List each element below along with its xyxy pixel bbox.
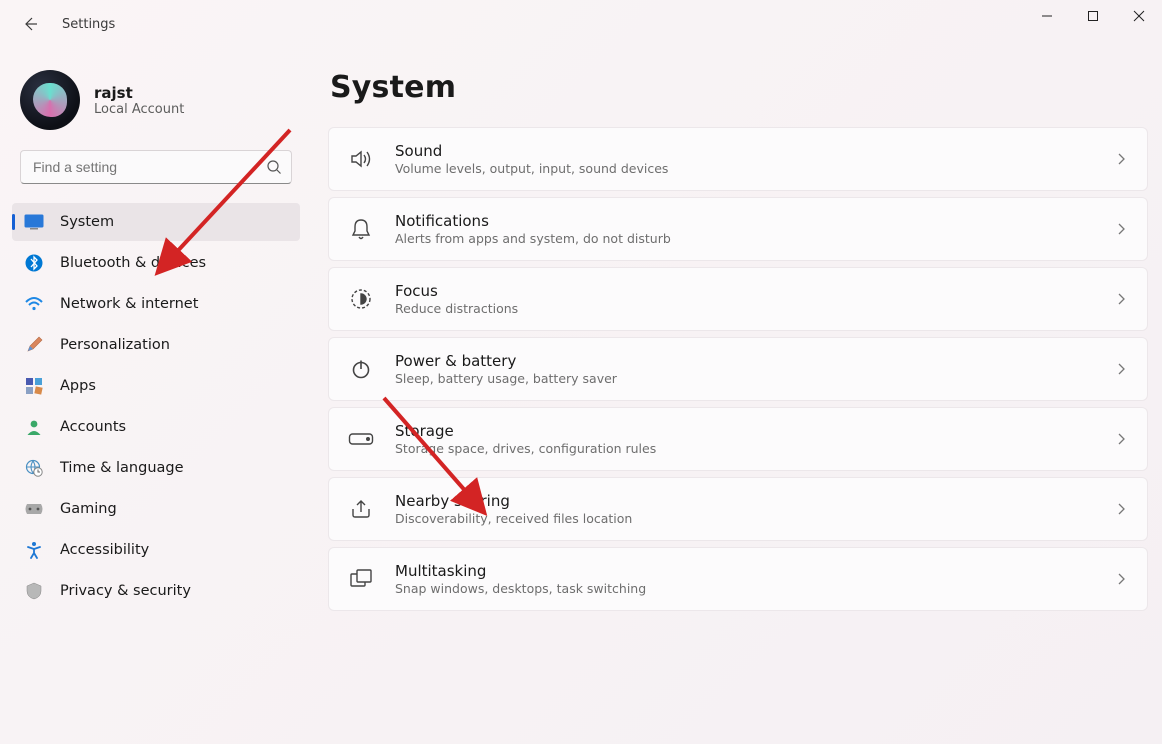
sidebar-item-time-language[interactable]: Time & language: [12, 449, 300, 487]
user-subtitle: Local Account: [94, 102, 184, 117]
sidebar-item-privacy[interactable]: Privacy & security: [12, 572, 300, 610]
maximize-button[interactable]: [1070, 0, 1116, 32]
share-icon: [347, 495, 375, 523]
globe-clock-icon: [24, 458, 44, 478]
user-name: rajst: [94, 84, 184, 102]
wifi-icon: [24, 294, 44, 314]
user-block[interactable]: rajst Local Account: [8, 48, 304, 148]
gamepad-icon: [24, 499, 44, 519]
chevron-right-icon: [1113, 571, 1129, 587]
sidebar-item-label: Personalization: [60, 337, 170, 353]
chevron-right-icon: [1113, 501, 1129, 517]
page-title: System: [330, 70, 1148, 105]
nav-list: System Bluetooth & devices Network & int…: [8, 196, 304, 613]
brush-icon: [24, 335, 44, 355]
shield-icon: [24, 581, 44, 601]
close-button[interactable]: [1116, 0, 1162, 32]
card-focus[interactable]: FocusReduce distractions: [328, 267, 1148, 331]
person-icon: [24, 417, 44, 437]
sidebar-item-label: Bluetooth & devices: [60, 255, 206, 271]
sidebar-item-label: Privacy & security: [60, 583, 191, 599]
sidebar-item-label: Accounts: [60, 419, 126, 435]
accessibility-icon: [24, 540, 44, 560]
main-content: System SoundVolume levels, output, input…: [312, 48, 1162, 744]
sidebar-item-label: Time & language: [60, 460, 184, 476]
multitasking-icon: [347, 565, 375, 593]
power-icon: [347, 355, 375, 383]
sidebar-item-label: System: [60, 214, 114, 230]
card-notifications[interactable]: NotificationsAlerts from apps and system…: [328, 197, 1148, 261]
sidebar-item-label: Network & internet: [60, 296, 198, 312]
sound-icon: [347, 145, 375, 173]
card-subtitle: Snap windows, desktops, task switching: [395, 581, 1093, 596]
card-power[interactable]: Power & batterySleep, battery usage, bat…: [328, 337, 1148, 401]
minimize-button[interactable]: [1024, 0, 1070, 32]
drive-icon: [347, 425, 375, 453]
search-icon: [266, 159, 282, 175]
chevron-right-icon: [1113, 291, 1129, 307]
sidebar-item-personalization[interactable]: Personalization: [12, 326, 300, 364]
display-icon: [24, 212, 44, 232]
card-title: Power & battery: [395, 352, 1093, 370]
apps-icon: [24, 376, 44, 396]
card-storage[interactable]: StorageStorage space, drives, configurat…: [328, 407, 1148, 471]
card-subtitle: Reduce distractions: [395, 301, 1093, 316]
bell-icon: [347, 215, 375, 243]
chevron-right-icon: [1113, 221, 1129, 237]
card-sound[interactable]: SoundVolume levels, output, input, sound…: [328, 127, 1148, 191]
card-title: Sound: [395, 142, 1093, 160]
sidebar-item-network[interactable]: Network & internet: [12, 285, 300, 323]
sidebar-item-label: Apps: [60, 378, 96, 394]
card-subtitle: Storage space, drives, configuration rul…: [395, 441, 1093, 456]
chevron-right-icon: [1113, 431, 1129, 447]
chevron-right-icon: [1113, 151, 1129, 167]
card-subtitle: Volume levels, output, input, sound devi…: [395, 161, 1093, 176]
card-subtitle: Alerts from apps and system, do not dist…: [395, 231, 1093, 246]
card-title: Focus: [395, 282, 1093, 300]
search-box: [20, 150, 292, 184]
avatar: [20, 70, 80, 130]
card-subtitle: Discoverability, received files location: [395, 511, 1093, 526]
card-title: Nearby sharing: [395, 492, 1093, 510]
card-nearby-sharing[interactable]: Nearby sharingDiscoverability, received …: [328, 477, 1148, 541]
back-button[interactable]: [16, 10, 44, 38]
sidebar: rajst Local Account System Bluetooth & d…: [0, 48, 312, 744]
chevron-right-icon: [1113, 361, 1129, 377]
sidebar-item-accessibility[interactable]: Accessibility: [12, 531, 300, 569]
card-title: Storage: [395, 422, 1093, 440]
sidebar-item-apps[interactable]: Apps: [12, 367, 300, 405]
sidebar-item-system[interactable]: System: [12, 203, 300, 241]
card-title: Multitasking: [395, 562, 1093, 580]
sidebar-item-bluetooth[interactable]: Bluetooth & devices: [12, 244, 300, 282]
sidebar-item-label: Accessibility: [60, 542, 149, 558]
bluetooth-icon: [24, 253, 44, 273]
card-multitasking[interactable]: MultitaskingSnap windows, desktops, task…: [328, 547, 1148, 611]
sidebar-item-gaming[interactable]: Gaming: [12, 490, 300, 528]
sidebar-item-accounts[interactable]: Accounts: [12, 408, 300, 446]
focus-icon: [347, 285, 375, 313]
card-subtitle: Sleep, battery usage, battery saver: [395, 371, 1093, 386]
app-title: Settings: [62, 17, 115, 32]
sidebar-item-label: Gaming: [60, 501, 117, 517]
card-title: Notifications: [395, 212, 1093, 230]
search-input[interactable]: [20, 150, 292, 184]
